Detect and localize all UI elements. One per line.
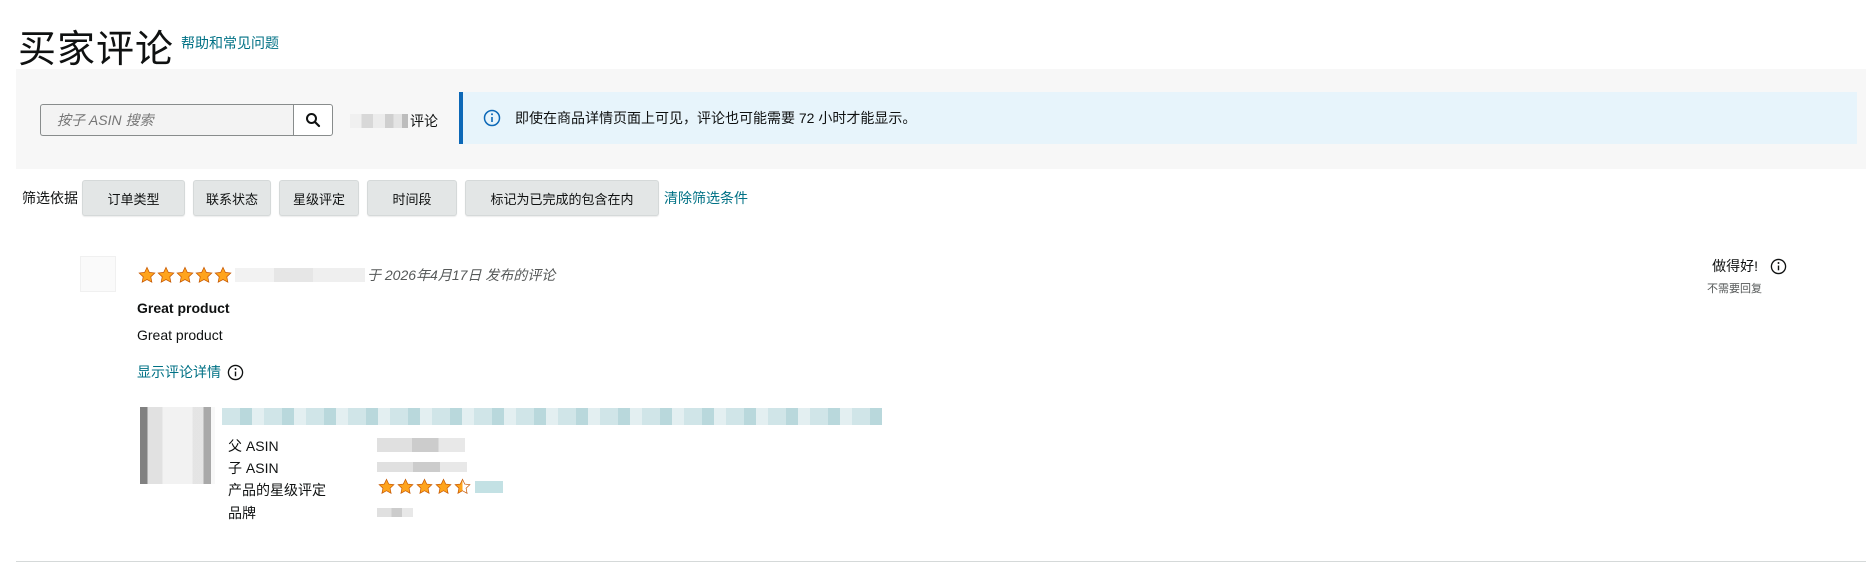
help-faq-link[interactable]: 帮助和常见问题 bbox=[181, 33, 279, 53]
info-icon[interactable] bbox=[227, 364, 244, 381]
filter-label: 筛选依据 bbox=[22, 190, 78, 206]
info-icon[interactable] bbox=[1770, 258, 1787, 275]
search-panel: 评论 即使在商品详情页面上可见，评论也可能需要 72 小时才能显示。 bbox=[16, 69, 1866, 169]
page-title: 买家评论 bbox=[18, 27, 175, 71]
star-icon bbox=[416, 478, 433, 494]
half-star-icon bbox=[454, 478, 471, 494]
show-review-details-link[interactable]: 显示评论详情 bbox=[137, 362, 244, 382]
status-sub-label: 不需要回复 bbox=[1707, 283, 1763, 295]
redacted-reviewer-name bbox=[235, 268, 365, 282]
parent-asin-label: 父 ASIN bbox=[228, 438, 279, 454]
review-body: Great product bbox=[137, 327, 223, 343]
star-icon bbox=[157, 266, 175, 283]
asin-search-input[interactable] bbox=[40, 104, 293, 136]
filter-order-type-button[interactable]: 订单类型 bbox=[82, 180, 185, 216]
filter-include-completed-button[interactable]: 标记为已完成的包含在内 bbox=[465, 180, 659, 216]
review-posted-date: 于 2026年4月17日 发布的评论 bbox=[367, 267, 556, 283]
star-icon bbox=[195, 266, 213, 283]
redacted-count bbox=[350, 114, 408, 128]
redacted-rating-count[interactable] bbox=[475, 480, 503, 493]
redacted-parent-asin bbox=[377, 438, 465, 452]
star-icon bbox=[378, 478, 395, 494]
info-notice: 即使在商品详情页面上可见，评论也可能需要 72 小时才能显示。 bbox=[459, 92, 1857, 144]
info-icon bbox=[483, 109, 501, 127]
search-icon bbox=[306, 113, 321, 128]
review-count: 评论 bbox=[350, 111, 438, 131]
star-icon bbox=[176, 266, 194, 283]
notice-text: 即使在商品详情页面上可见，评论也可能需要 72 小时才能显示。 bbox=[515, 110, 917, 126]
review-rating: 于 2026年4月17日 发布的评论 bbox=[138, 265, 555, 285]
star-icon bbox=[214, 266, 232, 283]
response-status: 做得好! 不需要回复 bbox=[1707, 256, 1787, 296]
filter-star-rating-button[interactable]: 星级评定 bbox=[279, 180, 359, 216]
search-button[interactable] bbox=[293, 104, 333, 136]
reviewer-avatar bbox=[80, 256, 116, 292]
review-count-suffix: 评论 bbox=[410, 113, 438, 129]
product-rating-label: 产品的星级评定 bbox=[228, 482, 326, 498]
review-title: Great product bbox=[137, 300, 230, 316]
brand-label: 品牌 bbox=[228, 505, 256, 521]
clear-filters-link[interactable]: 清除筛选条件 bbox=[664, 188, 748, 208]
filter-bar: 筛选依据 订单类型 联系状态 星级评定 时间段 标记为已完成的包含在内 清除筛选… bbox=[22, 180, 748, 216]
star-icon bbox=[397, 478, 414, 494]
filter-time-period-button[interactable]: 时间段 bbox=[367, 180, 457, 216]
redacted-child-asin bbox=[377, 462, 467, 472]
status-label: 做得好! bbox=[1712, 258, 1758, 274]
product-image bbox=[140, 407, 215, 484]
child-asin-label: 子 ASIN bbox=[228, 460, 279, 476]
section-divider bbox=[16, 561, 1866, 562]
redacted-brand bbox=[377, 508, 413, 517]
star-icon bbox=[138, 266, 156, 283]
product-rating bbox=[378, 478, 503, 495]
show-review-details-label: 显示评论详情 bbox=[137, 364, 221, 380]
redacted-product-title[interactable] bbox=[222, 408, 882, 425]
filter-contact-status-button[interactable]: 联系状态 bbox=[193, 180, 271, 216]
star-icon bbox=[435, 478, 452, 494]
